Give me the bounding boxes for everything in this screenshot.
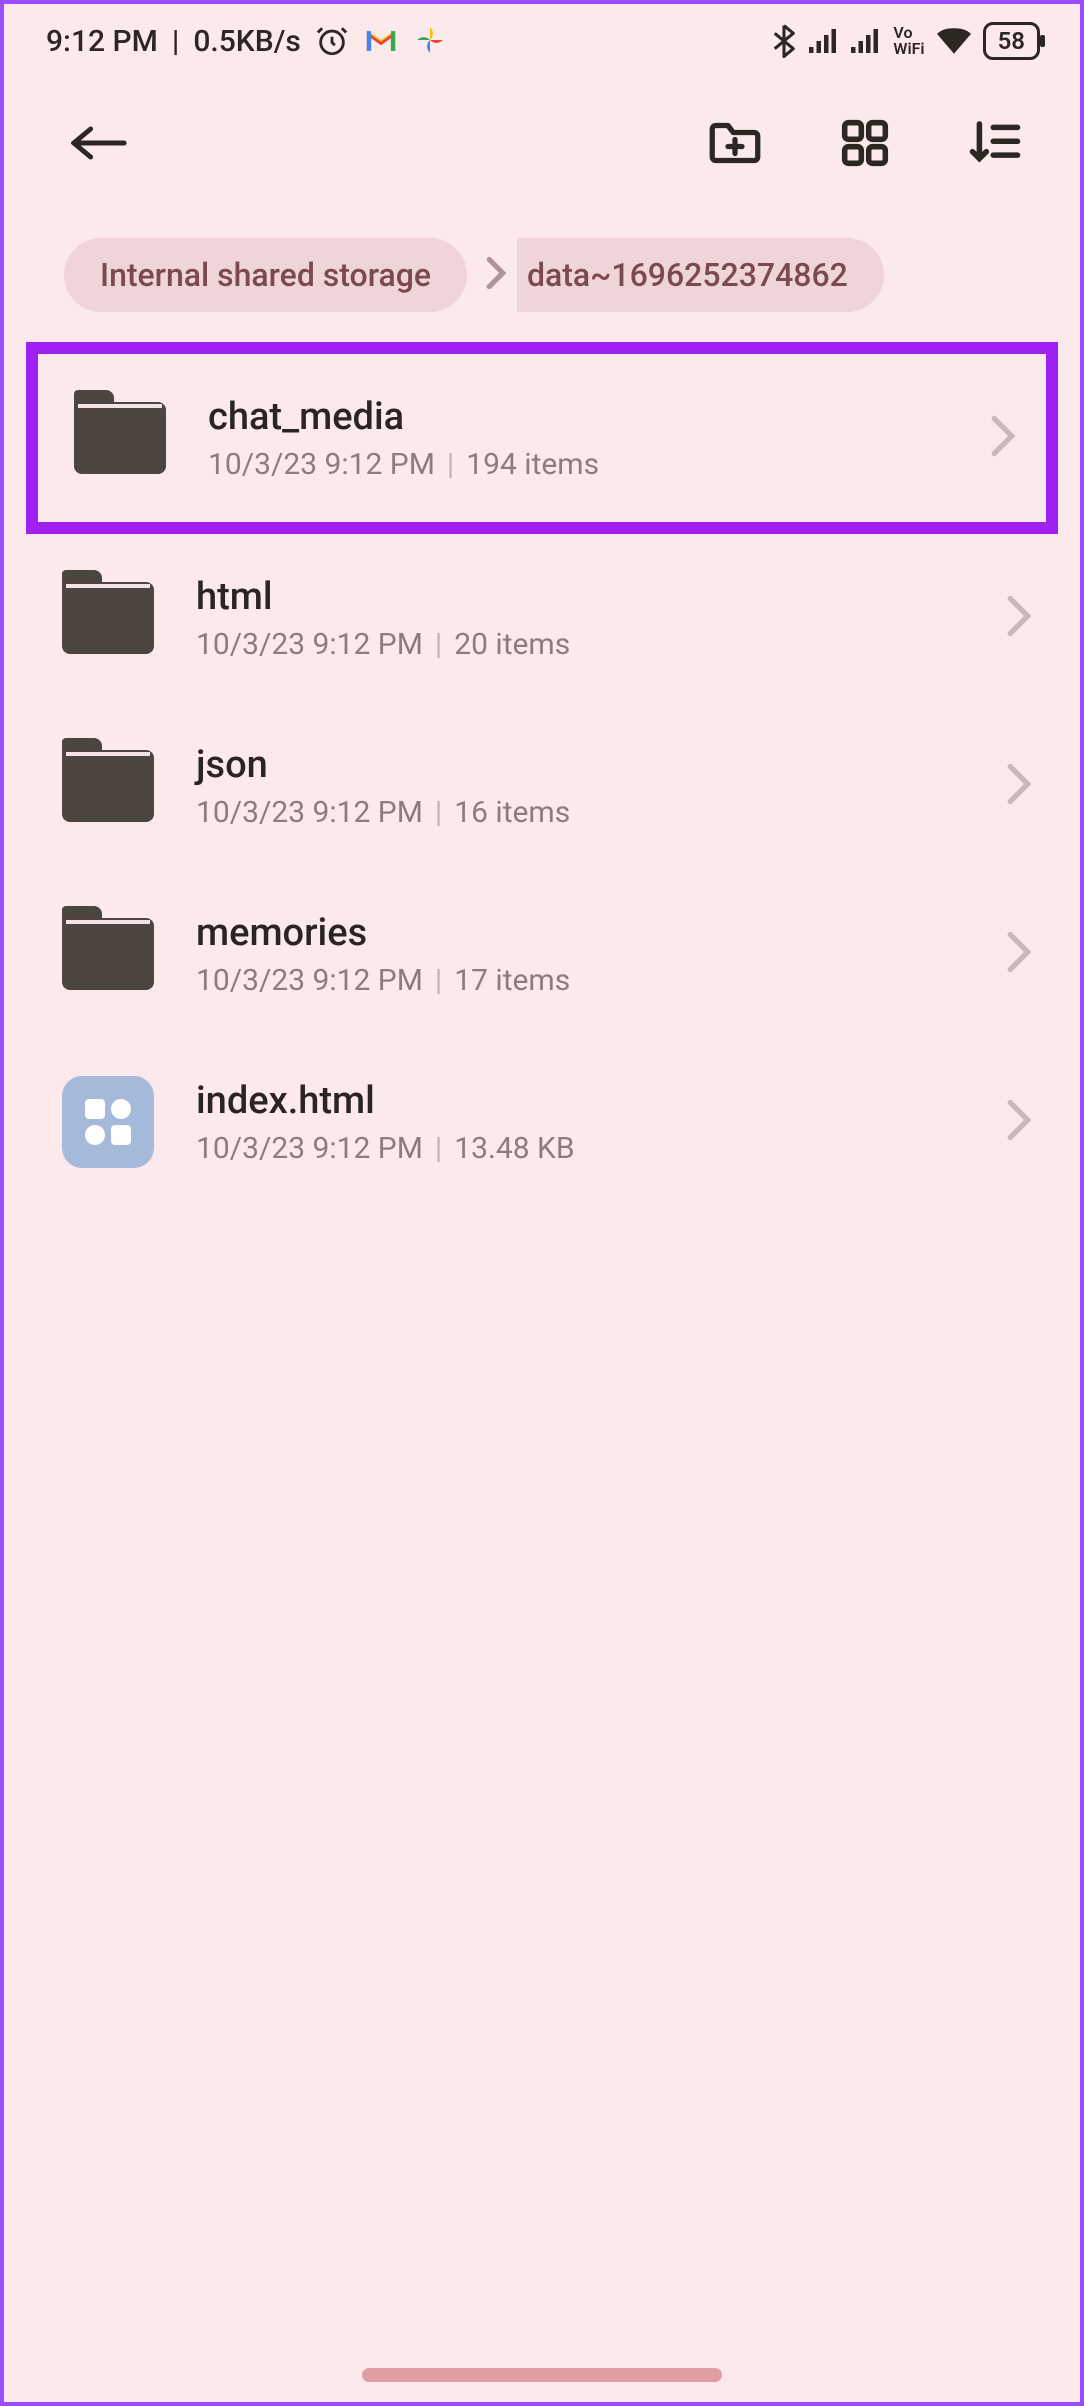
folder-item[interactable]: json 10/3/23 9:12 PM|16 items — [4, 702, 1080, 870]
item-name: memories — [196, 911, 966, 955]
chevron-right-icon — [1006, 763, 1032, 809]
chevron-right-icon — [990, 415, 1016, 461]
google-photos-icon — [413, 23, 449, 59]
file-item[interactable]: index.html 10/3/23 9:12 PM|13.48 KB — [4, 1038, 1080, 1206]
folder-icon — [60, 906, 156, 1002]
status-left: 9:12 PM | 0.5KB/s — [46, 23, 449, 59]
item-body: memories 10/3/23 9:12 PM|17 items — [196, 911, 966, 998]
item-body: html 10/3/23 9:12 PM|20 items — [196, 575, 966, 662]
status-right: Vo WiFi 58 — [771, 22, 1040, 60]
item-name: index.html — [196, 1079, 966, 1123]
item-body: json 10/3/23 9:12 PM|16 items — [196, 743, 966, 830]
item-meta: 10/3/23 9:12 PM|17 items — [196, 963, 966, 998]
view-grid-button[interactable] — [830, 108, 900, 178]
folder-icon — [72, 390, 168, 486]
item-name: chat_media — [208, 395, 950, 439]
alarm-icon — [315, 24, 349, 58]
folder-item[interactable]: memories 10/3/23 9:12 PM|17 items — [4, 870, 1080, 1038]
breadcrumb-root[interactable]: Internal shared storage — [64, 238, 467, 312]
vowifi-indicator: Vo WiFi — [893, 25, 924, 57]
chevron-right-icon — [1006, 931, 1032, 977]
wifi-icon — [937, 27, 971, 55]
navigation-bar — [4, 2368, 1080, 2382]
breadcrumb-current[interactable]: data~1696252374862 — [517, 238, 884, 312]
gmail-icon — [363, 23, 399, 59]
file-list: chat_media 10/3/23 9:12 PM|194 items html 1… — [4, 342, 1080, 1206]
toolbar — [4, 78, 1080, 208]
folder-icon — [60, 570, 156, 666]
item-body: index.html 10/3/23 9:12 PM|13.48 KB — [196, 1079, 966, 1166]
item-meta: 10/3/23 9:12 PM|194 items — [208, 447, 950, 482]
breadcrumb: Internal shared storage data~16962523748… — [4, 208, 1080, 342]
item-meta: 10/3/23 9:12 PM|13.48 KB — [196, 1131, 966, 1166]
item-name: json — [196, 743, 966, 787]
signal-icon-1 — [809, 28, 839, 54]
item-name: html — [196, 575, 966, 619]
status-separator: | — [172, 24, 179, 59]
status-net-speed: 0.5KB/s — [193, 24, 300, 59]
new-folder-button[interactable] — [700, 108, 770, 178]
sort-button[interactable] — [960, 108, 1030, 178]
status-bar: 9:12 PM | 0.5KB/s Vo WiFi 58 — [4, 4, 1080, 78]
folder-icon — [60, 738, 156, 834]
status-time: 9:12 PM — [46, 24, 158, 59]
item-meta: 10/3/23 9:12 PM|16 items — [196, 795, 966, 830]
battery-indicator: 58 — [983, 22, 1040, 60]
item-meta: 10/3/23 9:12 PM|20 items — [196, 627, 966, 662]
folder-item[interactable]: chat_media 10/3/23 9:12 PM|194 items — [26, 342, 1058, 534]
file-icon — [60, 1074, 156, 1170]
back-button[interactable] — [64, 108, 134, 178]
chevron-right-icon — [485, 256, 507, 294]
signal-icon-2 — [851, 28, 881, 54]
nav-pill[interactable] — [362, 2368, 722, 2382]
item-body: chat_media 10/3/23 9:12 PM|194 items — [208, 395, 950, 482]
bluetooth-icon — [771, 24, 797, 58]
chevron-right-icon — [1006, 595, 1032, 641]
folder-item[interactable]: html 10/3/23 9:12 PM|20 items — [4, 534, 1080, 702]
chevron-right-icon — [1006, 1099, 1032, 1145]
